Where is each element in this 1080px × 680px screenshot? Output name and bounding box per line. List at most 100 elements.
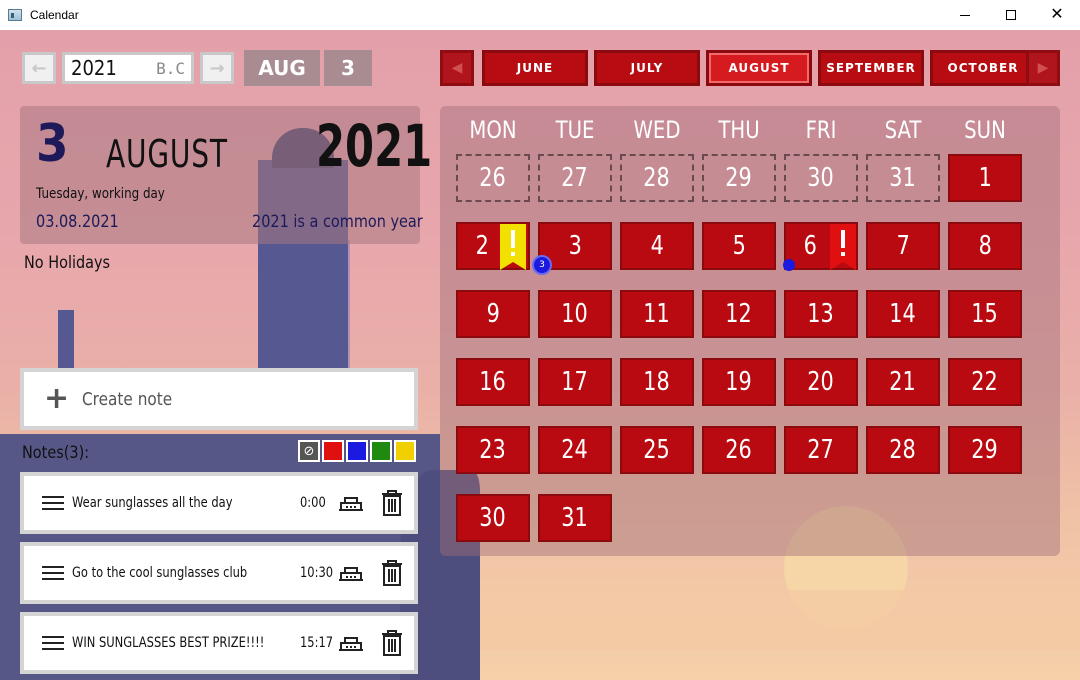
day-number: 4 [650, 231, 664, 261]
day-cell[interactable]: 5 [702, 222, 776, 270]
prev-month-day-cell[interactable]: 28 [620, 154, 694, 202]
day-cell[interactable]: 22 [948, 358, 1022, 406]
tab-july[interactable]: JULY [594, 50, 700, 86]
day-number: 9 [486, 299, 500, 329]
era-label[interactable]: B.C [156, 59, 185, 78]
tab-june[interactable]: JUNE [482, 50, 588, 86]
filter-all-button[interactable]: ⊘ [298, 440, 320, 462]
calendar-link-icon[interactable] [338, 565, 364, 581]
tab-august[interactable]: AUGUST [706, 50, 812, 86]
day-cell[interactable]: 31 [538, 494, 612, 542]
day-cell[interactable]: 1 [948, 154, 1022, 202]
day-cell[interactable]: 14 [866, 290, 940, 338]
weekday-header: WED [633, 116, 681, 144]
close-button[interactable]: ✕ [1034, 0, 1080, 30]
day-cell[interactable]: 29 [948, 426, 1022, 474]
calendar-link-icon[interactable] [338, 495, 364, 511]
trash-icon[interactable] [380, 489, 404, 517]
day-number: 1 [978, 163, 992, 193]
day-cell[interactable]: 20 [784, 358, 858, 406]
note-text: Go to the cool sunglasses club [72, 565, 248, 581]
day-cell[interactable]: 12 [702, 290, 776, 338]
day-number: 12 [725, 299, 753, 329]
day-cell[interactable]: 9 [456, 290, 530, 338]
color-filter-button[interactable] [322, 440, 344, 462]
day-cell[interactable]: 27 [784, 426, 858, 474]
day-cell[interactable]: 4 [620, 222, 694, 270]
drag-handle-icon[interactable] [42, 496, 64, 510]
month-chip[interactable]: AUG [244, 50, 320, 86]
weekday-header: FRI [805, 116, 837, 144]
create-note-button[interactable]: + Create note [20, 368, 418, 430]
day-cell[interactable]: 11 [620, 290, 694, 338]
prev-year-button[interactable]: ← [22, 52, 56, 84]
day-number: 26 [725, 435, 753, 465]
day-number: 28 [889, 435, 917, 465]
note-time: 0:00 [300, 495, 326, 511]
day-number: 31 [889, 163, 917, 193]
day-cell[interactable]: 26 [702, 426, 776, 474]
drag-handle-icon[interactable] [42, 566, 64, 580]
prev-month-day-cell[interactable]: 29 [702, 154, 776, 202]
note-item[interactable]: WIN SUNGLASSES BEST PRIZE!!!! 15:17 [20, 612, 418, 674]
notes-title: Notes(3): [22, 443, 90, 463]
weekday-header: TUE [555, 116, 595, 144]
trash-icon[interactable] [380, 629, 404, 657]
title-bar: Calendar ✕ [0, 0, 1080, 30]
tab-october[interactable]: OCTOBER [930, 50, 1036, 86]
weekday-header: THU [718, 116, 760, 144]
color-filter-button[interactable] [370, 440, 392, 462]
day-number: 18 [643, 367, 671, 397]
full-date: 03.08.2021 [36, 212, 119, 232]
prev-month-day-cell[interactable]: 31 [866, 154, 940, 202]
prev-month-day-cell[interactable]: 26 [456, 154, 530, 202]
day-number: 29 [971, 435, 999, 465]
day-number: 3 [568, 231, 582, 261]
prev-month-day-cell[interactable]: 27 [538, 154, 612, 202]
color-filter-button[interactable] [346, 440, 368, 462]
day-chip[interactable]: 3 [324, 50, 372, 86]
selected-month: AUGUST [106, 132, 228, 176]
day-cell[interactable]: 7 [866, 222, 940, 270]
day-number: 7 [896, 231, 910, 261]
day-cell[interactable]: 13 [784, 290, 858, 338]
day-cell[interactable]: 24 [538, 426, 612, 474]
day-cell[interactable]: 25 [620, 426, 694, 474]
calendar-link-icon[interactable] [338, 635, 364, 651]
day-cell[interactable]: 16 [456, 358, 530, 406]
day-cell[interactable]: 8 [948, 222, 1022, 270]
drag-handle-icon[interactable] [42, 636, 64, 650]
prev-month-day-cell[interactable]: 30 [784, 154, 858, 202]
holidays-label: No Holidays [24, 253, 111, 273]
next-year-button[interactable]: → [200, 52, 234, 84]
day-cell[interactable]: 28 [866, 426, 940, 474]
day-cell[interactable]: 30 [456, 494, 530, 542]
day-number: 27 [561, 163, 589, 193]
next-month-button[interactable]: ▶ [1026, 50, 1060, 86]
sea-decoration [440, 590, 1080, 650]
day-cell[interactable]: 19 [702, 358, 776, 406]
color-filter-button[interactable] [394, 440, 416, 462]
weekday-header: SUN [964, 116, 1006, 144]
day-number: 5 [732, 231, 746, 261]
day-number: 17 [561, 367, 589, 397]
maximize-button[interactable] [988, 0, 1034, 30]
day-cell[interactable]: 10 [538, 290, 612, 338]
prev-month-button[interactable]: ◀ [440, 50, 474, 86]
day-cell[interactable]: 23 [456, 426, 530, 474]
note-item[interactable]: Go to the cool sunglasses club 10:30 [20, 542, 418, 604]
day-cell[interactable]: 15 [948, 290, 1022, 338]
day-number: 30 [807, 163, 835, 193]
minimize-button[interactable] [942, 0, 988, 30]
day-cell[interactable]: 18 [620, 358, 694, 406]
note-dot-icon [783, 259, 795, 271]
year-input[interactable]: 2021 B.C [62, 52, 194, 84]
note-item[interactable]: Wear sunglasses all the day 0:00 [20, 472, 418, 534]
day-number: 30 [479, 503, 507, 533]
tab-september[interactable]: SEPTEMBER [818, 50, 924, 86]
day-cell[interactable]: 21 [866, 358, 940, 406]
year-value: 2021 [71, 56, 117, 80]
day-cell[interactable]: 17 [538, 358, 612, 406]
trash-icon[interactable] [380, 559, 404, 587]
arrow-left-icon: ← [31, 57, 47, 79]
